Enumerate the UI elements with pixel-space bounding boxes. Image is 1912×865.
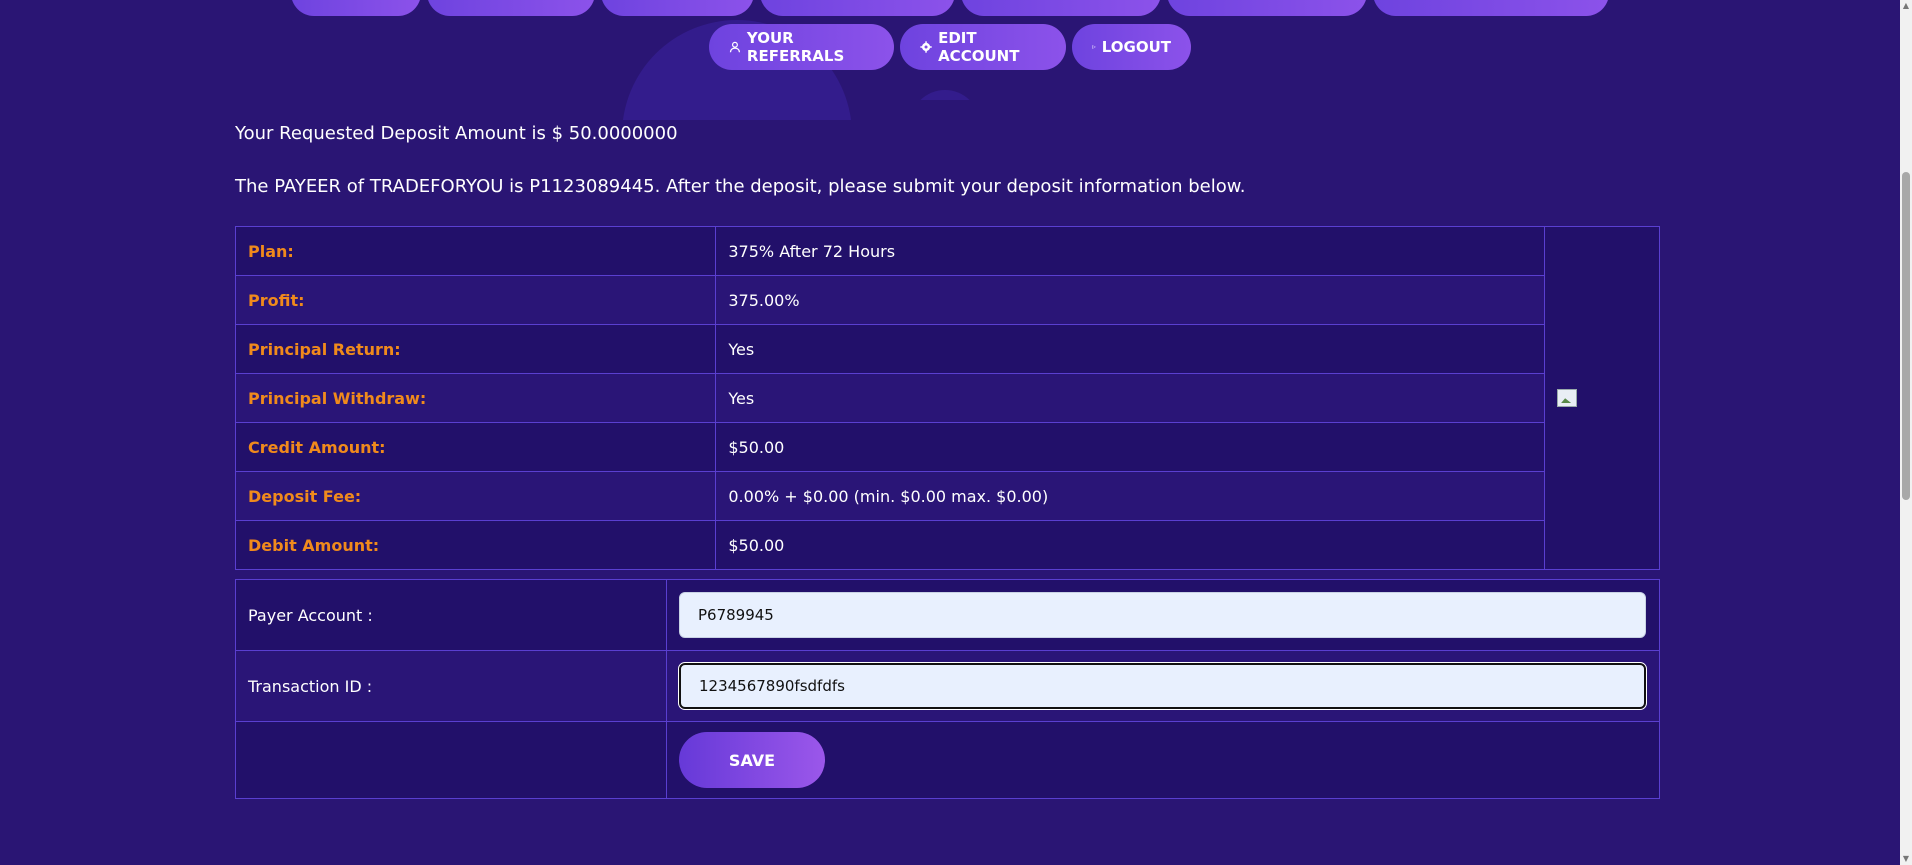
- form-row: Transaction ID :: [235, 650, 1660, 722]
- detail-label: Plan:: [234, 226, 717, 276]
- scroll-up-arrow-icon[interactable]: ▲: [1902, 2, 1910, 10]
- top-nav-row: [0, 0, 1900, 16]
- detail-value: 375% After 72 Hours: [715, 226, 1546, 276]
- detail-value: Yes: [715, 324, 1546, 374]
- table-row: Principal Return: Yes: [234, 324, 1660, 374]
- your-referrals-button[interactable]: YOUR REFERRALS: [709, 24, 894, 70]
- table-row: Debit Amount: $50.00: [234, 520, 1660, 570]
- detail-value: $50.00: [715, 422, 1546, 472]
- nav-button[interactable]: [1373, 0, 1609, 16]
- requested-deposit-text: Your Requested Deposit Amount is $ 50.00…: [235, 123, 678, 144]
- detail-value: 375.00%: [715, 275, 1546, 325]
- logout-button[interactable]: LOGOUT: [1072, 24, 1191, 70]
- form-input-cell: [666, 579, 1660, 651]
- deposit-details-table: Plan: 375% After 72 Hours Profit: 375.00…: [234, 226, 1660, 570]
- detail-label: Deposit Fee:: [234, 471, 717, 521]
- payer-account-label: Payer Account :: [235, 579, 667, 651]
- your-referrals-label: YOUR REFERRALS: [746, 29, 845, 65]
- scrollbar-thumb[interactable]: [1902, 172, 1910, 500]
- detail-label: Credit Amount:: [234, 422, 717, 472]
- logout-icon: [1092, 45, 1096, 49]
- table-row: Deposit Fee: 0.00% + $0.00 (min. $0.00 m…: [234, 471, 1660, 521]
- detail-value: Yes: [715, 373, 1546, 423]
- gear-icon: [920, 41, 932, 53]
- transaction-id-input[interactable]: [678, 662, 1647, 710]
- empty-cell: [235, 721, 667, 799]
- detail-label: Principal Withdraw:: [234, 373, 717, 423]
- edit-account-button[interactable]: EDIT ACCOUNT: [900, 24, 1066, 70]
- table-row: Plan: 375% After 72 Hours: [234, 226, 1660, 570]
- save-button[interactable]: SAVE: [679, 732, 825, 788]
- nav-button[interactable]: [760, 0, 955, 16]
- payer-account-input[interactable]: [679, 592, 1646, 638]
- form-button-cell: SAVE: [666, 721, 1660, 799]
- detail-label: Profit:: [234, 275, 717, 325]
- broken-image-icon: [1557, 389, 1578, 407]
- bottom-nav-row: YOUR REFERRALS EDIT ACCOUNT LOGOUT: [0, 24, 1900, 70]
- background-decoration: [910, 90, 980, 100]
- deposit-info-form: Payer Account : Transaction ID : SAVE: [235, 579, 1660, 799]
- edit-account-label: EDIT ACCOUNT: [938, 29, 1020, 65]
- nav-button[interactable]: [601, 0, 754, 16]
- payeer-instructions-text: The PAYEER of TRADEFORYOU is P1123089445…: [235, 176, 1246, 197]
- nav-button[interactable]: [1167, 0, 1367, 16]
- transaction-id-label: Transaction ID :: [235, 650, 667, 722]
- nav-button[interactable]: [291, 0, 421, 16]
- detail-value: 0.00% + $0.00 (min. $0.00 max. $0.00): [715, 471, 1546, 521]
- table-row: Credit Amount: $50.00: [234, 422, 1660, 472]
- form-row: SAVE: [235, 721, 1660, 799]
- scroll-down-arrow-icon[interactable]: ▼: [1902, 855, 1910, 863]
- page-scrollbar[interactable]: ▲ ▼: [1900, 0, 1912, 865]
- table-row: Profit: 375.00%: [234, 275, 1660, 325]
- logout-label: LOGOUT: [1101, 38, 1171, 56]
- detail-value: $50.00: [715, 520, 1546, 570]
- form-input-cell: [666, 650, 1660, 722]
- nav-button[interactable]: [961, 0, 1161, 16]
- user-icon: [729, 41, 741, 53]
- detail-label: Debit Amount:: [234, 520, 717, 570]
- table-row: Principal Withdraw: Yes: [234, 373, 1660, 423]
- detail-label: Principal Return:: [234, 324, 717, 374]
- nav-button[interactable]: [427, 0, 595, 16]
- plan-image-cell: [1544, 226, 1660, 570]
- form-row: Payer Account :: [235, 579, 1660, 651]
